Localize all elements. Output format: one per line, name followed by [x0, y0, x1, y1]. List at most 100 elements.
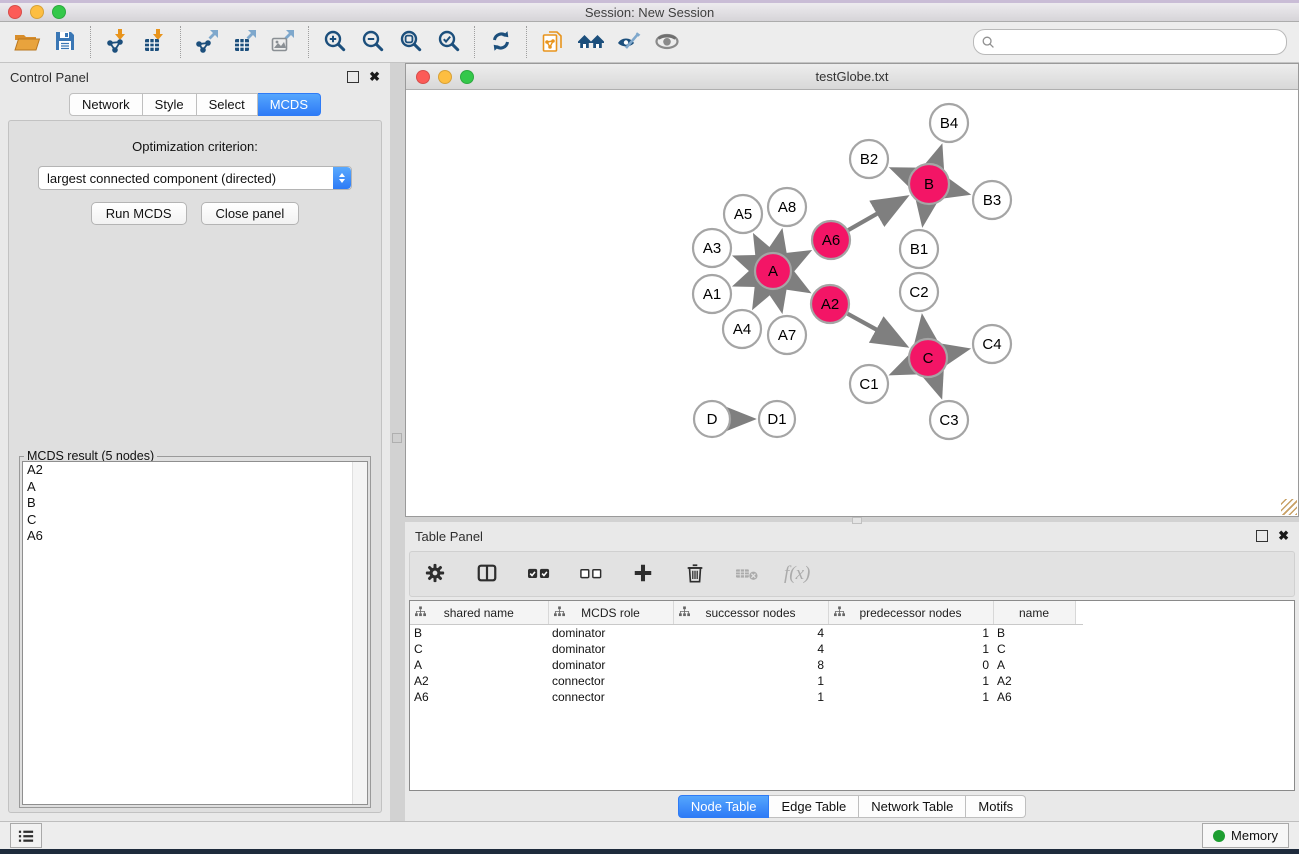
cell-predecessor-nodes[interactable]: 1 — [828, 641, 993, 657]
node-A7[interactable]: A7 — [768, 316, 806, 354]
column-header-shared-name[interactable]: shared name — [410, 601, 548, 625]
tab-select[interactable]: Select — [197, 93, 258, 116]
close-panel-button[interactable]: Close panel — [201, 202, 300, 225]
import-table-button[interactable] — [136, 25, 174, 59]
open-session-button[interactable] — [8, 25, 46, 59]
tab-edge-table[interactable]: Edge Table — [769, 795, 859, 818]
export-network-button[interactable] — [188, 25, 226, 59]
column-header-name[interactable]: name — [993, 601, 1075, 625]
table-row[interactable]: Adominator80A — [410, 657, 1083, 673]
task-history-button[interactable] — [10, 823, 42, 848]
node-C2[interactable]: C2 — [900, 273, 938, 311]
cell-MCDS-role[interactable]: connector — [548, 673, 673, 689]
node-B2[interactable]: B2 — [850, 140, 888, 178]
node-B1[interactable]: B1 — [900, 230, 938, 268]
result-list-item[interactable]: A6 — [23, 528, 367, 545]
window-resize-grip[interactable] — [1281, 499, 1297, 515]
edge-A-A3[interactable] — [737, 258, 755, 265]
edge-A-A2[interactable] — [789, 281, 806, 291]
table-row[interactable]: Cdominator41C — [410, 641, 1083, 657]
refresh-layout-button[interactable] — [482, 25, 520, 59]
edge-B-B3[interactable] — [949, 189, 965, 193]
add-column-button[interactable] — [628, 559, 658, 589]
tab-network[interactable]: Network — [69, 93, 143, 116]
edge-C-C2[interactable] — [923, 319, 926, 338]
node-A4[interactable]: A4 — [723, 310, 761, 348]
cell-predecessor-nodes[interactable]: 1 — [828, 673, 993, 689]
cell-shared-name[interactable]: A2 — [410, 673, 548, 689]
search-field[interactable] — [973, 29, 1287, 55]
result-list-item[interactable]: A2 — [23, 462, 367, 479]
node-A6[interactable]: A6 — [812, 221, 850, 259]
node-A2[interactable]: A2 — [811, 285, 849, 323]
edge-A-A8[interactable] — [777, 233, 781, 252]
cell-name[interactable]: A — [993, 657, 1075, 673]
node-B3[interactable]: B3 — [973, 181, 1011, 219]
network-zoom-button[interactable] — [460, 70, 474, 84]
node-B[interactable]: B — [909, 164, 949, 204]
edge-A-A6[interactable] — [790, 253, 807, 262]
node-A1[interactable]: A1 — [693, 275, 731, 313]
cell-predecessor-nodes[interactable]: 1 — [828, 689, 993, 705]
close-window-button[interactable] — [8, 5, 22, 19]
node-A5[interactable]: A5 — [724, 195, 762, 233]
column-header-MCDS-role[interactable]: MCDS role — [548, 601, 673, 625]
node-A[interactable]: A — [755, 253, 791, 289]
cell-MCDS-role[interactable]: dominator — [548, 657, 673, 673]
cell-shared-name[interactable]: A — [410, 657, 548, 673]
table-row[interactable]: A2connector11A2 — [410, 673, 1083, 689]
edge-A6-B[interactable] — [848, 198, 904, 230]
show-graphics-details-button[interactable] — [648, 25, 686, 59]
select-all-columns-button[interactable] — [524, 559, 554, 589]
run-mcds-button[interactable]: Run MCDS — [91, 202, 187, 225]
node-C3[interactable]: C3 — [930, 401, 968, 439]
zoom-selected-button[interactable] — [430, 25, 468, 59]
export-image-button[interactable] — [264, 25, 302, 59]
edge-A-A1[interactable] — [737, 278, 755, 285]
edge-C-C4[interactable] — [948, 350, 966, 354]
settings-gear-button[interactable] — [420, 559, 450, 589]
cell-MCDS-role[interactable]: dominator — [548, 625, 673, 642]
column-header-predecessor-nodes[interactable]: predecessor nodes — [828, 601, 993, 625]
cell-successor-nodes[interactable]: 4 — [673, 625, 828, 642]
edge-C-C1[interactable] — [894, 366, 910, 373]
node-D[interactable]: D — [694, 401, 730, 437]
tab-style[interactable]: Style — [143, 93, 197, 116]
mcds-result-list[interactable]: A2ABCA6 — [22, 461, 368, 805]
result-list-scrollbar[interactable] — [352, 462, 367, 804]
zoom-fit-button[interactable] — [392, 25, 430, 59]
node-C[interactable]: C — [909, 339, 947, 377]
network-canvas-svg[interactable]: B4B2BB3A8A5A6A3B1AC2A1A2A4A7C4CC1C3DD1 — [406, 90, 1298, 516]
cell-successor-nodes[interactable]: 1 — [673, 689, 828, 705]
node-A3[interactable]: A3 — [693, 229, 731, 267]
tab-node-table[interactable]: Node Table — [678, 795, 770, 818]
cell-successor-nodes[interactable]: 1 — [673, 673, 828, 689]
result-list-item[interactable]: C — [23, 512, 367, 529]
result-list-item[interactable]: B — [23, 495, 367, 512]
cell-name[interactable]: B — [993, 625, 1075, 642]
column-layout-button[interactable] — [472, 559, 502, 589]
new-session-network-button[interactable] — [534, 25, 572, 59]
table-close-panel-icon[interactable]: ✖ — [1278, 531, 1289, 541]
memory-button[interactable]: Memory — [1202, 823, 1289, 848]
unselect-all-columns-button[interactable] — [576, 559, 606, 589]
edge-A-A7[interactable] — [777, 290, 781, 309]
edge-B-B2[interactable] — [894, 169, 910, 176]
vertical-splitter-handle[interactable] — [392, 433, 402, 443]
tab-motifs[interactable]: Motifs — [966, 795, 1026, 818]
horizontal-splitter[interactable] — [405, 517, 1299, 522]
node-C4[interactable]: C4 — [973, 325, 1011, 363]
cell-shared-name[interactable]: B — [410, 625, 548, 642]
zoom-in-button[interactable] — [316, 25, 354, 59]
edge-B-B4[interactable] — [936, 149, 941, 164]
node-table[interactable]: shared nameMCDS rolesuccessor nodesprede… — [410, 601, 1083, 705]
table-row[interactable]: A6connector11A6 — [410, 689, 1083, 705]
node-A8[interactable]: A8 — [768, 188, 806, 226]
home-networks-button[interactable] — [572, 25, 610, 59]
cell-name[interactable]: A6 — [993, 689, 1075, 705]
edge-A-A5[interactable] — [756, 238, 765, 254]
node-B4[interactable]: B4 — [930, 104, 968, 142]
cell-MCDS-role[interactable]: dominator — [548, 641, 673, 657]
app-titlebar[interactable]: Session: New Session — [0, 3, 1299, 22]
tab-network-table[interactable]: Network Table — [859, 795, 966, 818]
